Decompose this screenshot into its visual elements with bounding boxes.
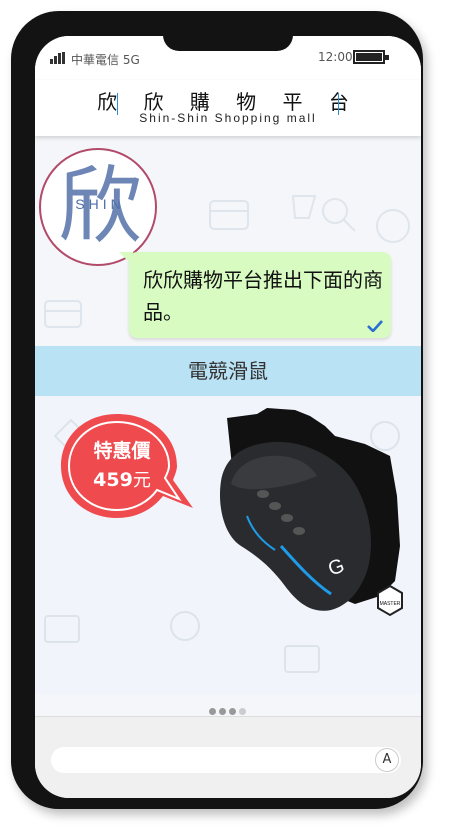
title-divider-right — [338, 93, 339, 115]
avatar-logo-text: SHIN — [75, 196, 125, 212]
carousel-dot-4[interactable] — [239, 708, 246, 715]
chat-area[interactable]: 欣 SHIN 欣欣購物平台推出下面的商品。 電競滑鼠 G MASTER 特惠價 … — [35, 136, 421, 716]
battery-icon — [353, 50, 389, 64]
price-value: 459 — [93, 469, 133, 491]
composer-bar: A — [35, 716, 421, 798]
carousel-dot-2[interactable] — [219, 708, 226, 715]
read-check-icon — [367, 320, 383, 332]
signal-icon — [50, 52, 66, 64]
price-currency: 元 — [132, 470, 151, 491]
brand-tag: MASTER — [380, 601, 401, 607]
phone-frame: 中華電信 5G 12:00 欣 欣 購 物 平 台 Shin-Shin Shop… — [11, 11, 423, 809]
message-text: 欣欣購物平台推出下面的商品。 — [143, 268, 383, 324]
clock-label: 12:00 — [318, 50, 353, 64]
price-display: 459元 — [77, 466, 167, 492]
product-card[interactable]: 電競滑鼠 G MASTER 特惠價 459元 — [35, 346, 421, 694]
bubble-tail — [119, 252, 133, 266]
message-bubble[interactable]: 欣欣購物平台推出下面的商品。 — [119, 252, 391, 338]
phone-notch — [163, 21, 293, 51]
carousel-indicator[interactable] — [209, 700, 249, 716]
shop-avatar[interactable]: 欣 SHIN — [39, 148, 157, 266]
phone-screen: 中華電信 5G 12:00 欣 欣 購 物 平 台 Shin-Shin Shop… — [35, 36, 421, 798]
page-subtitle: Shin-Shin Shopping mall — [139, 111, 317, 125]
app-header: 欣 欣 購 物 平 台 Shin-Shin Shopping mall — [35, 80, 421, 136]
product-category-banner: 電競滑鼠 — [35, 346, 421, 396]
price-badge-title: 特惠價 — [93, 440, 151, 462]
carousel-dot-1[interactable] — [209, 708, 216, 715]
keyboard-toggle-button[interactable]: A — [375, 748, 399, 772]
carousel-dot-3[interactable] — [229, 708, 236, 715]
message-input[interactable]: A — [51, 747, 401, 773]
carrier-label: 中華電信 5G — [71, 53, 140, 67]
